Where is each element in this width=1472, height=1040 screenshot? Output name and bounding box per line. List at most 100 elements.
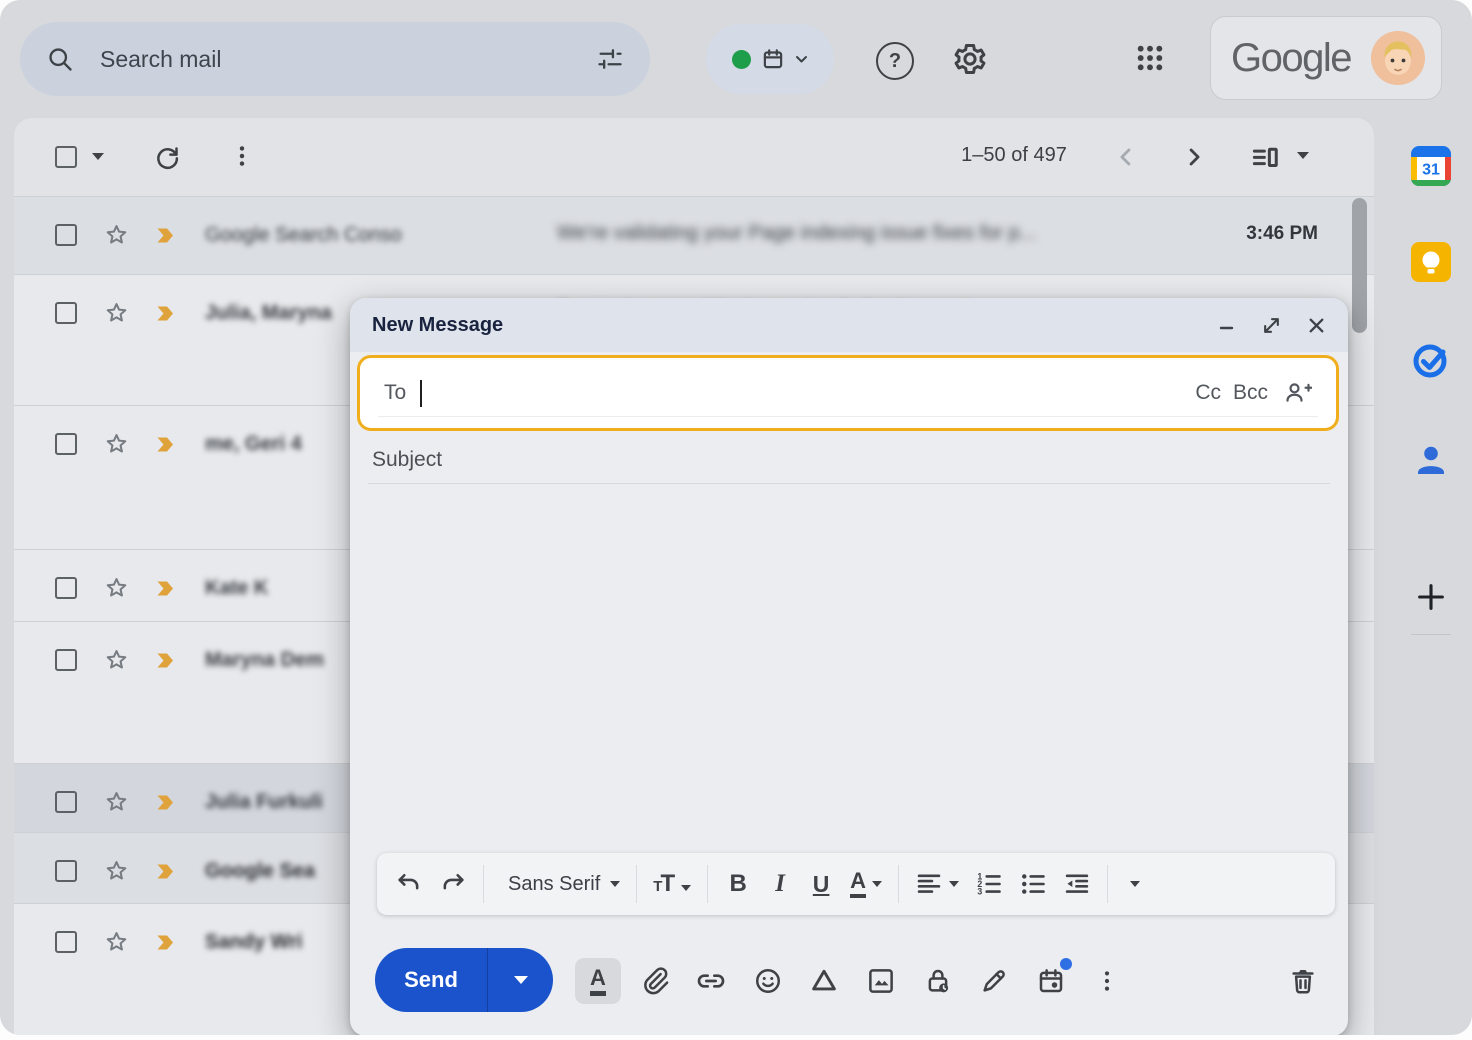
underline-button[interactable]: U (808, 871, 834, 898)
row-checkbox[interactable] (55, 649, 77, 671)
search-options-icon[interactable] (596, 45, 624, 73)
toolbar-divider (636, 865, 637, 903)
chevron-down-icon (610, 881, 620, 887)
search-input[interactable]: Search mail (100, 46, 221, 73)
more-send-options-icon[interactable] (1084, 958, 1130, 1004)
text-color-button[interactable]: A (850, 870, 882, 898)
row-checkbox[interactable] (55, 577, 77, 599)
chevron-down-icon (872, 881, 882, 887)
star-icon[interactable] (103, 647, 130, 674)
formatting-options-button[interactable]: A (575, 958, 621, 1004)
compose-window: New Message To Cc Bcc (350, 298, 1348, 1035)
more-options-button[interactable] (228, 142, 256, 170)
gmail-screenshot: Search mail ? Google (0, 0, 1472, 1040)
user-avatar[interactable] (1371, 31, 1425, 85)
chevron-down-icon (795, 55, 808, 64)
refresh-button[interactable] (152, 142, 182, 172)
older-page-button[interactable] (1180, 143, 1208, 171)
star-icon[interactable] (103, 929, 130, 956)
availability-status-pill[interactable] (706, 24, 834, 94)
redo-icon[interactable] (439, 870, 467, 898)
row-checkbox[interactable] (55, 302, 77, 324)
newer-page-button[interactable] (1112, 143, 1140, 171)
importance-marker-icon[interactable] (156, 652, 179, 669)
google-contacts-icon[interactable] (1409, 438, 1453, 482)
discard-draft-icon[interactable] (1280, 958, 1326, 1004)
insert-photo-icon[interactable] (858, 958, 904, 1004)
importance-marker-icon[interactable] (156, 863, 179, 880)
importance-marker-icon[interactable] (156, 305, 179, 322)
row-checkbox[interactable] (55, 931, 77, 953)
toolbar-divider (483, 865, 484, 903)
numbered-list-icon[interactable]: 123 (975, 870, 1003, 898)
chevron-down-icon (514, 976, 528, 984)
search-bar[interactable]: Search mail (20, 22, 650, 96)
open-in-full-icon[interactable] (1262, 316, 1281, 335)
schedule-meeting-icon[interactable] (1028, 958, 1074, 1004)
insert-emoji-icon[interactable] (745, 958, 791, 1004)
attach-file-icon[interactable] (632, 958, 678, 1004)
add-contacts-icon[interactable] (1284, 379, 1312, 407)
undo-icon[interactable] (395, 870, 423, 898)
star-icon[interactable] (103, 431, 130, 458)
importance-marker-icon[interactable] (156, 227, 179, 244)
star-icon[interactable] (103, 789, 130, 816)
font-family-selector[interactable]: Sans Serif (500, 873, 620, 896)
send-options-dropdown[interactable] (488, 976, 553, 984)
bulleted-list-icon[interactable] (1019, 870, 1047, 898)
google-apps-grid-button[interactable] (1134, 42, 1166, 74)
star-icon[interactable] (103, 222, 130, 249)
mail-list-scrollbar[interactable] (1352, 198, 1367, 333)
minimize-icon[interactable] (1218, 316, 1236, 334)
split-pane-dropdown-icon[interactable] (1297, 152, 1309, 159)
star-icon[interactable] (103, 575, 130, 602)
recipients-field[interactable]: To Cc Bcc (357, 355, 1339, 431)
select-all-checkbox[interactable] (55, 146, 77, 168)
select-dropdown-icon[interactable] (92, 153, 104, 160)
importance-marker-icon[interactable] (156, 580, 179, 597)
align-button[interactable] (915, 870, 959, 898)
row-checkbox[interactable] (55, 224, 77, 246)
importance-marker-icon[interactable] (156, 794, 179, 811)
compose-header[interactable]: New Message (350, 298, 1348, 352)
star-icon[interactable] (103, 300, 130, 327)
italic-button[interactable]: I (768, 870, 792, 898)
active-status-dot-icon (732, 50, 751, 69)
confidential-mode-icon[interactable] (915, 958, 961, 1004)
google-keep-icon[interactable] (1409, 240, 1453, 284)
close-icon[interactable] (1307, 316, 1326, 335)
get-addons-button[interactable] (1414, 580, 1448, 614)
bold-button[interactable]: B (724, 870, 752, 898)
importance-marker-icon[interactable] (156, 436, 179, 453)
row-checkbox[interactable] (55, 860, 77, 882)
google-calendar-icon[interactable]: 31 (1409, 144, 1453, 188)
bcc-button[interactable]: Bcc (1233, 381, 1268, 405)
help-button[interactable]: ? (876, 42, 914, 80)
more-formatting-icon[interactable] (1130, 881, 1140, 887)
text-cursor (420, 380, 422, 407)
indent-decrease-icon[interactable] (1063, 870, 1091, 898)
insert-link-icon[interactable] (688, 958, 734, 1004)
row-checkbox[interactable] (55, 433, 77, 455)
email-row[interactable]: Google Search Conso We're validating you… (14, 196, 1374, 274)
chevron-down-icon (949, 881, 959, 887)
cc-button[interactable]: Cc (1195, 381, 1221, 405)
side-panel-rail: 31 (1390, 118, 1472, 1035)
signature-pen-icon[interactable] (971, 958, 1017, 1004)
importance-marker-icon[interactable] (156, 934, 179, 951)
gmail-app-window: Search mail ? Google (0, 0, 1472, 1035)
toolbar-divider (707, 865, 708, 903)
google-tasks-icon[interactable] (1409, 338, 1453, 382)
row-checkbox[interactable] (55, 791, 77, 813)
message-body[interactable] (368, 488, 1330, 848)
settings-button[interactable] (952, 41, 988, 77)
google-drive-icon[interactable] (801, 958, 847, 1004)
google-account-card[interactable]: Google (1210, 16, 1442, 100)
send-button[interactable]: Send (375, 948, 553, 1012)
notification-dot (1060, 958, 1072, 970)
split-pane-toggle[interactable] (1250, 143, 1280, 173)
subject-field[interactable]: Subject (372, 438, 1326, 482)
font-size-selector[interactable]: T T (653, 870, 691, 898)
star-icon[interactable] (103, 858, 130, 885)
send-label: Send (375, 967, 487, 993)
